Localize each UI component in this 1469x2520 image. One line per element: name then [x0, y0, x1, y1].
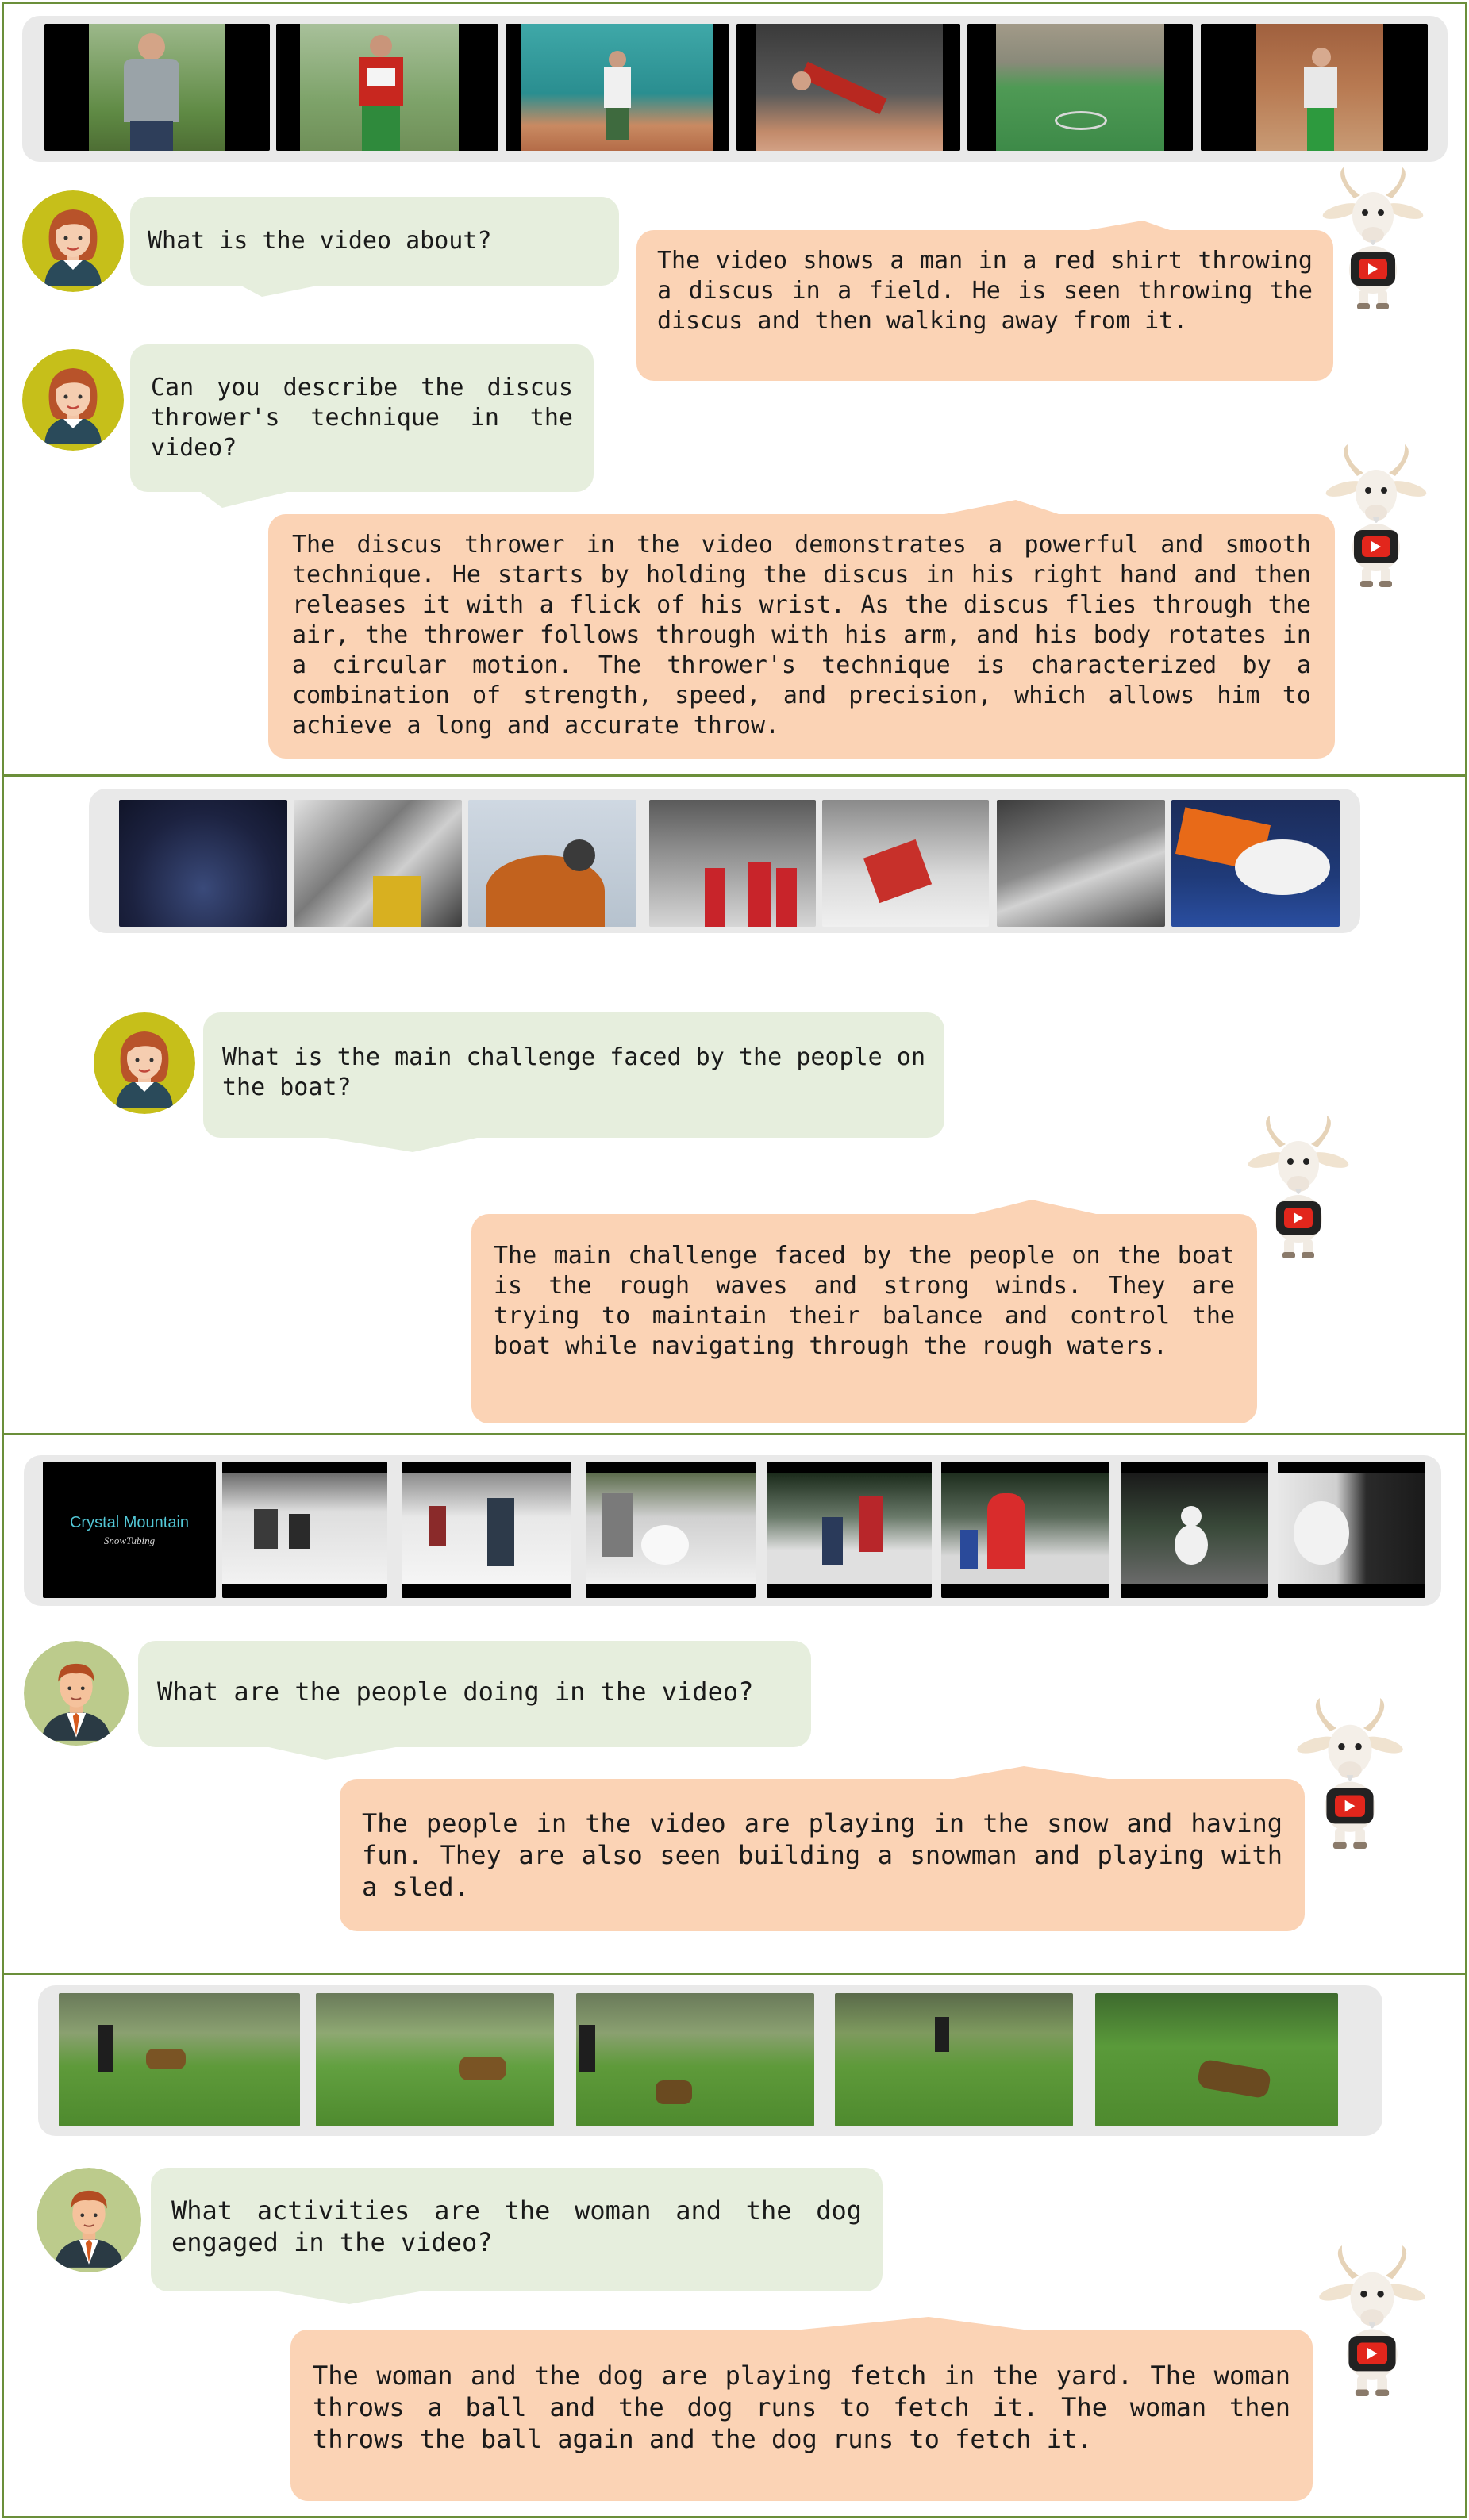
video-frame [276, 24, 498, 151]
assistant-message: The discus thrower in the video demonstr… [268, 514, 1335, 759]
video-frame [835, 1993, 1073, 2126]
assistant-message: The main challenge faced by the people o… [471, 1214, 1257, 1423]
video-frame [44, 24, 270, 151]
user-message: What are the people doing in the video? [138, 1641, 811, 1747]
video-frame [941, 1462, 1109, 1598]
man-avatar-icon [37, 2168, 141, 2272]
woman-avatar-icon [22, 349, 124, 451]
video-frame [316, 1993, 554, 2126]
video-frame [59, 1993, 300, 2126]
video-frame [506, 24, 729, 151]
video-frame [586, 1462, 756, 1598]
user-message-text: What is the video about? [148, 227, 492, 255]
user-message-text: What is the main challenge faced by the … [222, 1043, 925, 1101]
video-frame [1201, 24, 1428, 151]
assistant-message-text: The discus thrower in the video demonstr… [292, 531, 1311, 739]
goat-mascot-icon [1317, 167, 1429, 309]
title-card-title: Crystal Mountain [69, 1514, 190, 1531]
user-message: What is the video about? [130, 197, 619, 286]
man-avatar-icon [24, 1641, 129, 1746]
goat-mascot-icon [1321, 444, 1432, 587]
assistant-message-text: The woman and the dog are playing fetch … [313, 2361, 1290, 2454]
bubble-tail [262, 1746, 405, 1760]
video-frame [576, 1993, 814, 2126]
goat-mascot-icon [1243, 1116, 1354, 1258]
bubble-tail [238, 284, 325, 297]
goat-mascot-icon [1290, 1698, 1409, 1849]
assistant-message-text: The video shows a man in a red shirt thr… [657, 247, 1313, 335]
bubble-tail [968, 1200, 1103, 1216]
user-message-text: What are the people doing in the video? [157, 1677, 754, 1707]
user-message: What activities are the woman and the do… [151, 2168, 883, 2291]
user-message-text: Can you describe the discus thrower's te… [151, 374, 573, 462]
video-frame [767, 1462, 932, 1598]
video-frame [1095, 1993, 1338, 2126]
video-frame [294, 800, 462, 927]
video-frame [649, 800, 816, 927]
assistant-message: The people in the video are playing in t… [340, 1779, 1305, 1931]
video-frame [1278, 1462, 1425, 1598]
video-frame [402, 1462, 571, 1598]
user-message-text: What activities are the woman and the do… [171, 2195, 862, 2257]
goat-mascot-icon [1313, 2245, 1432, 2396]
assistant-message: The woman and the dog are playing fetch … [290, 2330, 1313, 2501]
assistant-message-text: The people in the video are playing in t… [362, 1808, 1282, 1902]
video-frame [1121, 1462, 1268, 1598]
bubble-tail [936, 500, 1063, 516]
video-frame [222, 1462, 387, 1598]
user-message: What is the main challenge faced by the … [203, 1012, 944, 1138]
title-card-subtitle: SnowTubing [103, 1535, 156, 1546]
video-frame: Crystal Mountain SnowTubing [43, 1462, 216, 1598]
video-frame [736, 24, 960, 151]
bubble-tail [270, 2290, 429, 2304]
video-frame [997, 800, 1165, 927]
user-message: Can you describe the discus thrower's te… [130, 344, 594, 492]
assistant-message-text: The main challenge faced by the people o… [494, 1242, 1235, 1360]
video-frame [967, 24, 1193, 151]
video-frame [119, 800, 287, 927]
bubble-tail [802, 2317, 1024, 2330]
assistant-message: The video shows a man in a red shirt thr… [636, 230, 1333, 381]
bubble-tail [198, 490, 294, 508]
bubble-tail [317, 1136, 484, 1152]
video-frame [468, 800, 636, 927]
video-frame [1171, 800, 1340, 927]
woman-avatar-icon [22, 190, 124, 292]
video-frame [822, 800, 989, 927]
woman-avatar-icon [94, 1012, 195, 1114]
